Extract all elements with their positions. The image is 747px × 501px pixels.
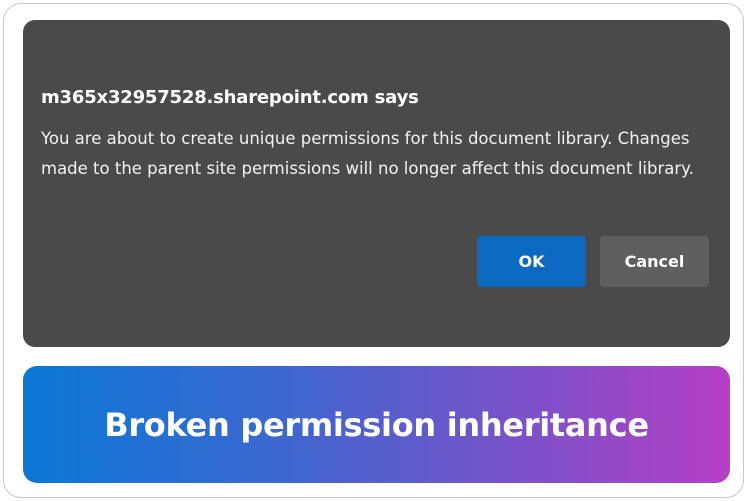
dialog-title: m365x32957528.sharepoint.com says [41, 87, 419, 108]
caption-banner: Broken permission inheritance [23, 366, 730, 483]
banner-text: Broken permission inheritance [104, 405, 649, 444]
ok-button[interactable]: OK [477, 236, 586, 287]
alert-dialog: m365x32957528.sharepoint.com says You ar… [23, 20, 730, 347]
dialog-message: You are about to create unique permissio… [41, 129, 694, 178]
cancel-button[interactable]: Cancel [600, 236, 709, 287]
